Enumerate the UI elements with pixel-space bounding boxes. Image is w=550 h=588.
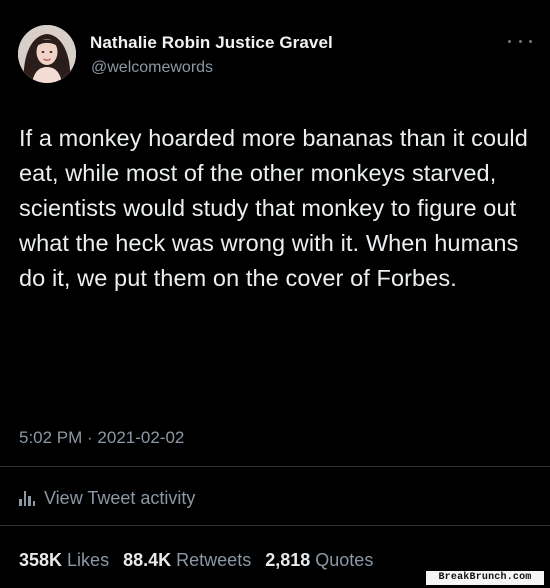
more-options-icon[interactable] xyxy=(508,34,532,48)
likes-stat[interactable]: 358K Likes xyxy=(19,550,109,570)
likes-count: 358K xyxy=(19,550,63,570)
dot xyxy=(518,39,522,43)
likes-label: Likes xyxy=(67,550,110,570)
dot xyxy=(508,39,511,43)
profile-photo-icon xyxy=(18,25,76,83)
retweets-stat[interactable]: 88.4K Retweets xyxy=(123,550,251,570)
author-handle[interactable]: @welcomewords xyxy=(91,59,213,77)
tweet-timestamp[interactable]: 5:02 PM · 2021-02-02 xyxy=(19,428,184,448)
quotes-stat[interactable]: 2,818 Quotes xyxy=(265,550,373,570)
bar-chart-icon xyxy=(19,490,35,506)
view-tweet-activity-button[interactable]: View Tweet activity xyxy=(19,487,195,509)
watermark: BreakBrunch.com xyxy=(426,571,544,585)
retweets-count: 88.4K xyxy=(123,550,172,570)
view-tweet-activity-label: View Tweet activity xyxy=(44,487,196,508)
divider xyxy=(0,525,550,526)
divider xyxy=(0,466,550,467)
tweet-text: If a monkey hoarded more bananas than it… xyxy=(19,125,528,291)
quotes-count: 2,818 xyxy=(265,550,311,570)
dot xyxy=(529,39,532,43)
quotes-label: Quotes xyxy=(315,550,374,570)
retweets-label: Retweets xyxy=(176,550,252,570)
engagement-stats: 358K Likes 88.4K Retweets 2,818 Quotes xyxy=(19,550,382,571)
author-display-name[interactable]: Nathalie Robin Justice Gravel xyxy=(90,33,333,53)
avatar[interactable] xyxy=(18,25,76,83)
tweet-card: Nathalie Robin Justice Gravel @welcomewo… xyxy=(0,0,550,588)
